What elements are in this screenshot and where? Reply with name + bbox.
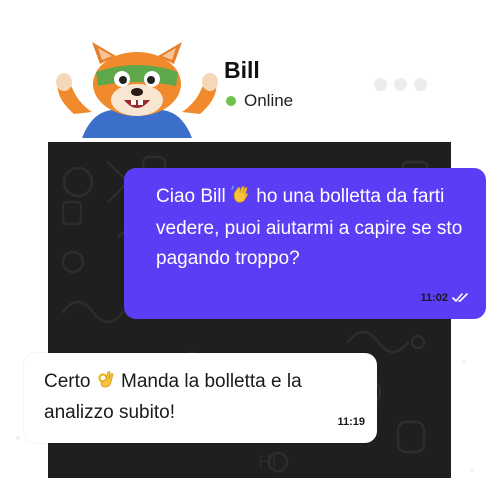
double-check-icon [452, 284, 472, 314]
message-time: 11:19 [337, 416, 365, 428]
online-status: Online [226, 91, 293, 111]
dot-icon [414, 78, 427, 91]
message-time: 11:02 [420, 292, 448, 304]
message-text-part: Ciao Bill [156, 186, 226, 207]
svg-text:Hi: Hi [258, 452, 277, 473]
online-indicator-icon [226, 96, 236, 106]
incoming-message-bubble[interactable]: Certo Manda la bolletta e la analizzo su… [24, 353, 377, 443]
status-label: Online [244, 91, 294, 110]
outgoing-message-bubble[interactable]: Ciao Bill ho una bolletta da farti veder… [124, 168, 486, 319]
waving-hand-icon [231, 184, 251, 214]
chat-header: Bill Online [0, 0, 500, 142]
decorative-dot [16, 436, 20, 440]
ok-hand-icon [96, 369, 116, 398]
dot-icon [394, 78, 407, 91]
message-text-part: Certo [44, 371, 91, 392]
decorative-dot [462, 360, 466, 364]
more-options-button[interactable] [374, 78, 427, 91]
dot-icon [374, 78, 387, 91]
contact-name: Bill [224, 57, 260, 83]
decorative-dot [470, 468, 474, 472]
fox-mascot-avatar [56, 42, 218, 138]
